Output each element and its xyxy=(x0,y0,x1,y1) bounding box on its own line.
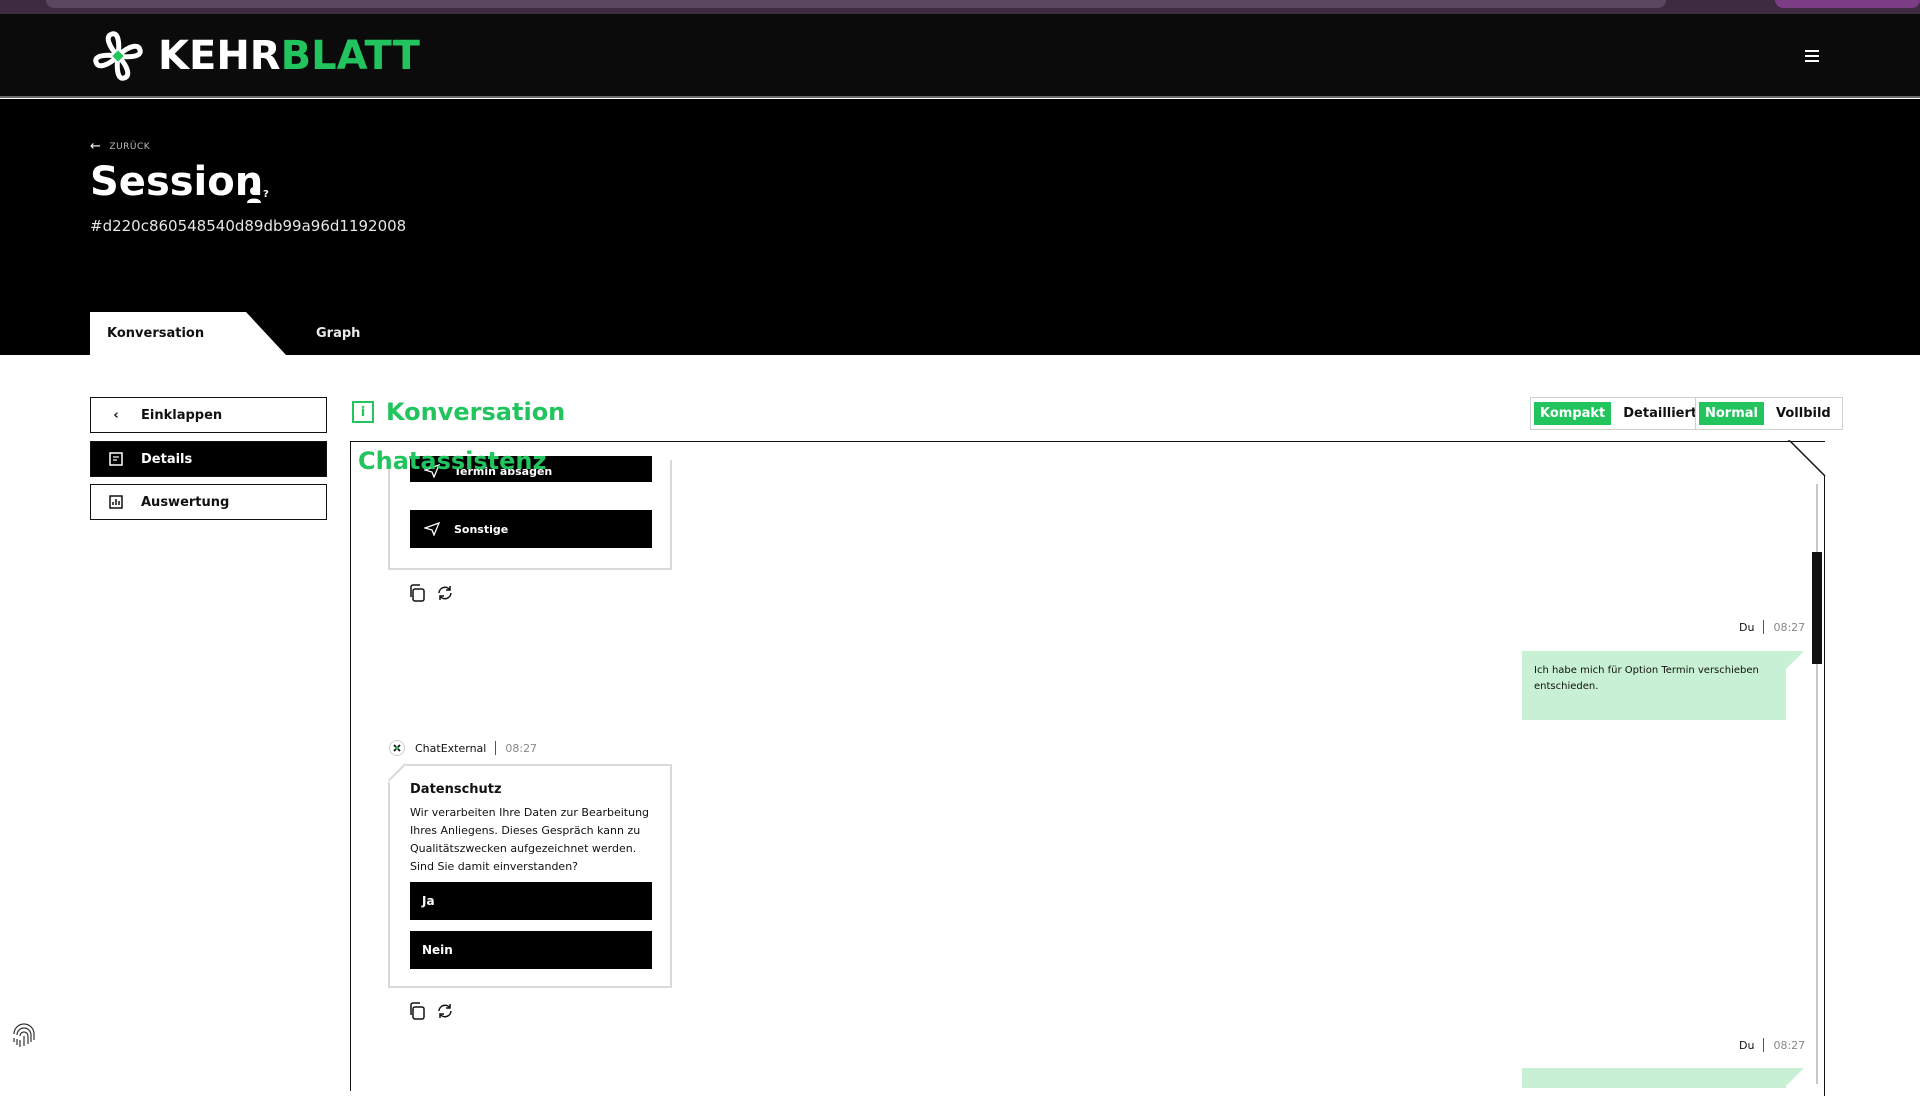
hamburger-menu-icon[interactable] xyxy=(1798,50,1826,70)
other-option-label: Sonstige xyxy=(454,522,509,536)
top-navigation-bar: KEHRBLATT xyxy=(0,14,1920,98)
info-icon[interactable]: i xyxy=(352,401,374,423)
conversation-title: Konversation xyxy=(386,398,566,426)
view-mode-toggle: Kompakt Detailliert xyxy=(1530,397,1710,430)
panel-corner xyxy=(1788,440,1826,477)
logo[interactable]: KEHRBLATT xyxy=(90,28,420,84)
tab-konversation[interactable]: Konversation xyxy=(90,312,286,355)
details-button[interactable]: Details xyxy=(90,441,327,477)
message-card-options: Termin absagen Sonstige xyxy=(388,456,672,570)
send-icon xyxy=(410,522,454,536)
page-title: Session xyxy=(90,159,264,205)
other-option-button[interactable]: Sonstige xyxy=(410,510,652,548)
svg-text:?: ? xyxy=(263,189,269,200)
panel-right-border xyxy=(1823,476,1825,1096)
collapse-label: Einklappen xyxy=(141,407,223,423)
logo-text-green: BLATT xyxy=(280,33,420,79)
session-id: #d220c860548540d89db99a96d1192008 xyxy=(90,217,407,235)
logo-wordmark: KEHRBLATT xyxy=(158,33,420,79)
arrow-left-icon: ← xyxy=(90,139,102,154)
yes-button[interactable]: Ja xyxy=(410,882,652,920)
page-header: ← ZURÜCK Session ? #d220c860548540d89db9… xyxy=(0,99,1920,355)
privacy-message-card: Datenschutz Wir verarbeiten Ihre Daten z… xyxy=(388,764,672,988)
browser-address-bar[interactable] xyxy=(46,0,1666,8)
kehrblatt-logo-icon xyxy=(93,31,143,81)
message-time: 08:27 xyxy=(1773,1038,1806,1052)
normal-toggle[interactable]: Normal xyxy=(1699,402,1764,425)
privacy-text: Wir verarbeiten Ihre Daten zur Bearbeitu… xyxy=(410,806,650,873)
tab-graph[interactable]: Graph xyxy=(316,312,360,355)
compact-toggle[interactable]: Kompakt xyxy=(1534,402,1612,425)
user-message-meta: Du 08:27 xyxy=(1739,620,1805,634)
conversation-header: i Konversation xyxy=(352,398,565,426)
evaluation-label: Auswertung xyxy=(141,494,230,510)
message-tools xyxy=(408,584,454,602)
bot-avatar xyxy=(389,740,405,756)
sender-name: Du xyxy=(1739,1038,1755,1052)
evaluation-button[interactable]: Auswertung xyxy=(90,484,327,520)
logo-text-white: KEHR xyxy=(158,33,281,79)
message-tools xyxy=(408,1002,454,1020)
chat-scrollbar[interactable] xyxy=(1812,484,1822,1084)
collapse-button[interactable]: ‹ Einklappen xyxy=(90,397,327,433)
bot-message-meta: ChatExternal 08:27 xyxy=(389,740,537,756)
message-time: 08:27 xyxy=(1773,620,1806,634)
detailed-toggle[interactable]: Detailliert xyxy=(1615,402,1705,425)
card-notch xyxy=(388,764,406,782)
back-link[interactable]: ← ZURÜCK xyxy=(90,139,150,154)
user-message-meta: Du 08:27 xyxy=(1739,1038,1805,1052)
details-label: Details xyxy=(141,451,193,467)
details-list-icon xyxy=(91,452,141,466)
browser-chrome-strip xyxy=(0,0,1920,14)
refresh-icon[interactable] xyxy=(436,1002,454,1020)
refresh-icon[interactable] xyxy=(436,584,454,602)
user-message-text: Ich habe mich für Option Termin verschie… xyxy=(1534,665,1759,692)
tab-bar: Konversation Graph xyxy=(90,312,360,355)
chart-icon xyxy=(91,495,141,509)
privacy-title: Datenschutz xyxy=(410,782,502,797)
bot-message-time: 08:27 xyxy=(505,741,538,755)
no-button[interactable]: Nein xyxy=(410,931,652,969)
chat-assistant-label: Chatassistenz xyxy=(358,447,547,475)
fingerprint-icon[interactable] xyxy=(8,1020,40,1052)
user-message-bubble: Ich habe mich für Option Termin verschie… xyxy=(1522,651,1804,720)
user-question-icon[interactable]: ? xyxy=(246,185,270,205)
sender-name: Du xyxy=(1739,620,1755,634)
user-message-bubble xyxy=(1522,1068,1804,1088)
copy-icon[interactable] xyxy=(408,1002,426,1020)
copy-icon[interactable] xyxy=(408,584,426,602)
chevron-left-icon: ‹ xyxy=(113,407,119,423)
bot-name: ChatExternal xyxy=(415,741,487,755)
browser-profile-pill[interactable] xyxy=(1775,0,1920,8)
size-mode-toggle: Normal Vollbild xyxy=(1695,397,1843,430)
scrollbar-thumb[interactable] xyxy=(1812,552,1822,664)
back-label: ZURÜCK xyxy=(109,141,151,152)
fullscreen-toggle[interactable]: Vollbild xyxy=(1768,402,1839,425)
